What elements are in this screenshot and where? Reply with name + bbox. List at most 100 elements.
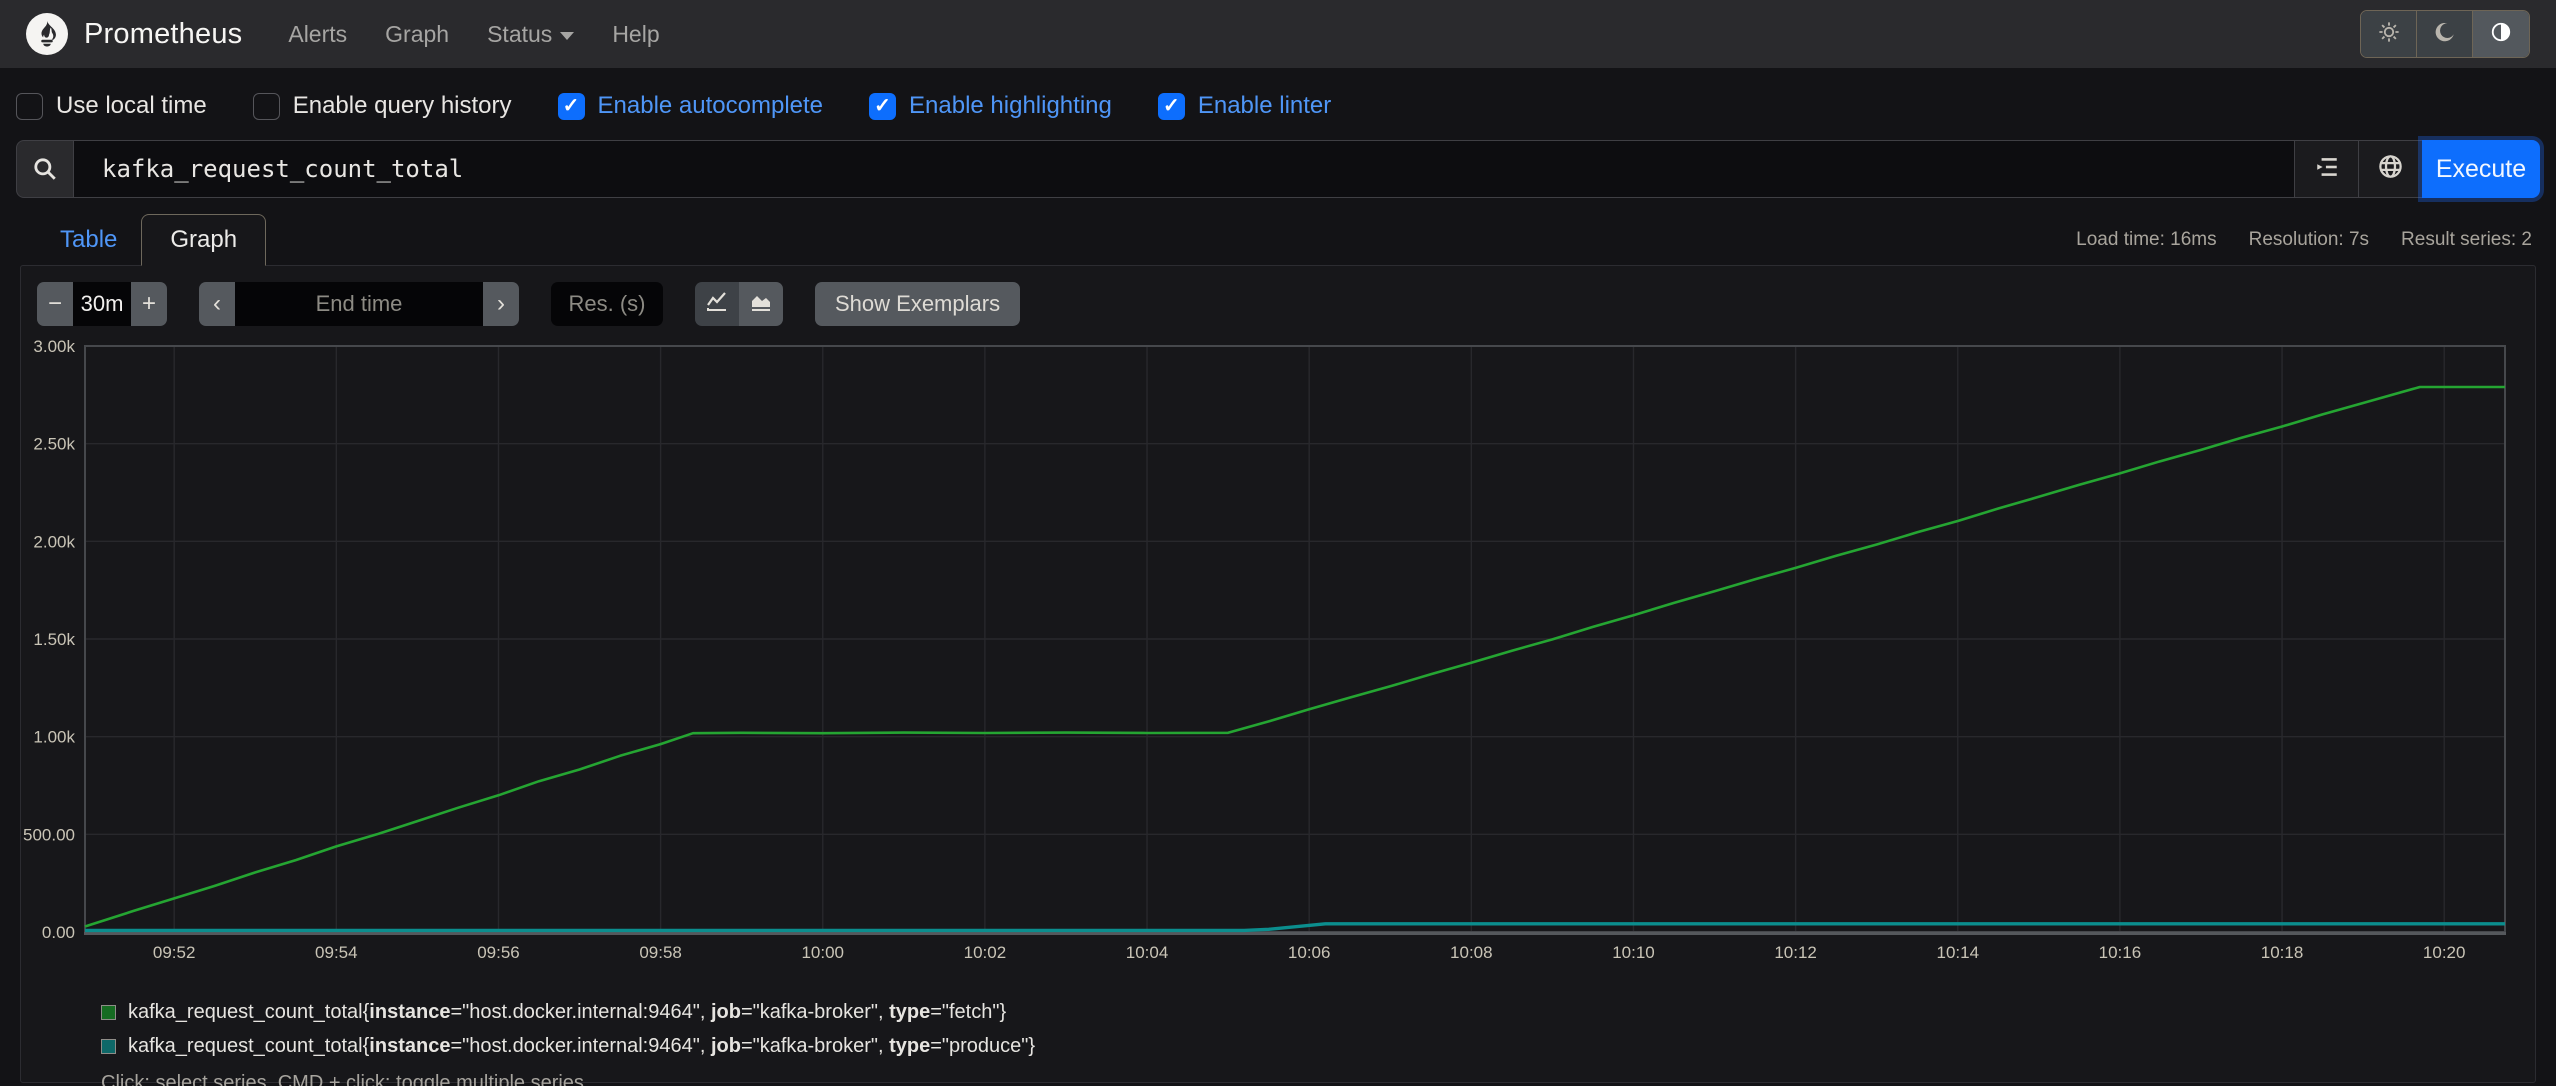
search-icon: [16, 140, 74, 198]
circle-half-icon: [2490, 21, 2512, 48]
x-axis-tick-label: 09:56: [477, 943, 520, 962]
y-axis-tick-label: 2.50k: [33, 435, 75, 454]
execute-button[interactable]: Execute: [2422, 140, 2540, 198]
nav-item-label: Status: [487, 20, 553, 47]
y-axis-tick-label: 1.50k: [33, 630, 75, 649]
checkbox-checked-icon[interactable]: ✓: [869, 92, 897, 120]
x-axis-tick-label: 10:12: [1774, 943, 1817, 962]
y-axis-tick-label: 2.00k: [33, 532, 75, 551]
y-axis-tick-label: 3.00k: [33, 340, 75, 356]
nav-item-label: Graph: [385, 20, 450, 47]
legend-swatch-icon: [101, 1005, 116, 1020]
x-axis-tick-label: 10:10: [1612, 943, 1655, 962]
x-axis-tick-label: 09:52: [153, 943, 196, 962]
checkbox-checked-icon[interactable]: ✓: [557, 92, 585, 120]
x-axis-tick-label: 10:04: [1126, 943, 1169, 962]
checkbox-unchecked-icon[interactable]: ✓: [252, 92, 280, 120]
x-axis-tick-label: 10:14: [1936, 943, 1979, 962]
checkbox-label: Use local time: [56, 92, 207, 119]
series-line-1[interactable]: [85, 922, 2505, 933]
legend-swatch-icon: [101, 1039, 116, 1054]
theme-dark-button[interactable]: [2417, 11, 2473, 57]
caret-down-icon: [560, 31, 575, 40]
theme-light-button[interactable]: [2361, 11, 2417, 57]
list-tree-icon: [2314, 154, 2340, 185]
legend-item-1[interactable]: kafka_request_count_total{instance="host…: [101, 1035, 2535, 1058]
legend-series-label: kafka_request_count_total{instance="host…: [128, 1001, 1007, 1023]
x-axis-tick-label: 10:16: [2099, 943, 2142, 962]
checkbox-unchecked-icon[interactable]: ✓: [16, 92, 43, 120]
sun-icon: [2378, 21, 2400, 48]
stacked-chart-button[interactable]: [739, 282, 783, 326]
tab-row: Table Graph Load time: 16ms Resolution: …: [20, 214, 2536, 266]
resolution-input[interactable]: [551, 282, 663, 326]
x-axis-tick-label: 09:54: [315, 943, 358, 962]
tab-graph[interactable]: Graph: [141, 214, 267, 266]
prometheus-logo-icon[interactable]: [26, 13, 68, 55]
theme-auto-button[interactable]: [2473, 11, 2529, 57]
nav-item-status[interactable]: Status: [487, 20, 575, 48]
result-series-stat: Result series: 2: [2401, 229, 2532, 250]
time-series-chart[interactable]: 0.00 500.00 1.00k 1.50k 2.00k 2.50k 3.00k 09:52…: [21, 337, 2533, 980]
checkbox-checked-icon[interactable]: ✓: [1157, 92, 1185, 120]
increase-range-button[interactable]: +: [131, 282, 167, 326]
resolution-stat: Resolution: 7s: [2248, 229, 2370, 250]
checkbox-enable-linter[interactable]: ✓ Enable linter: [1157, 92, 1332, 120]
x-axis-tick-label: 10:20: [2423, 943, 2466, 962]
decrease-range-button[interactable]: −: [37, 282, 73, 326]
checkbox-label: Enable autocomplete: [597, 92, 824, 119]
checkmark-icon: ✓: [1162, 95, 1180, 117]
panel-tabs: Table Graph: [20, 214, 267, 266]
checkbox-use-local-time[interactable]: ✓ Use local time: [16, 92, 207, 120]
tab-table[interactable]: Table: [36, 216, 141, 264]
end-time-input[interactable]: [235, 282, 483, 326]
range-input[interactable]: [73, 282, 131, 326]
moon-icon: [2434, 21, 2456, 48]
x-axis-tick-label: 09:58: [639, 943, 682, 962]
nav-item-label: Help: [612, 20, 660, 47]
x-axis-tick-label: 10:02: [964, 943, 1007, 962]
checkbox-label: Enable highlighting: [909, 92, 1112, 119]
time-back-button[interactable]: ‹: [199, 282, 235, 326]
query-input-group: Execute: [16, 140, 2540, 198]
nav-item-label: Alerts: [288, 20, 348, 47]
nav-item-alerts[interactable]: Alerts: [288, 21, 347, 48]
range-group: − +: [37, 282, 167, 326]
y-axis-tick-label: 0.00: [42, 923, 75, 942]
checkbox-enable-query-history[interactable]: ✓ Enable query history: [252, 92, 512, 120]
metrics-explorer-button[interactable]: [2358, 140, 2422, 198]
legend-hint: Click: select series, CMD + click: toggl…: [101, 1072, 584, 1086]
chevron-right-icon: ›: [497, 290, 505, 317]
query-stats: Load time: 16ms Resolution: 7s Result se…: [2076, 229, 2536, 265]
nav-item-graph[interactable]: Graph: [385, 21, 449, 48]
y-axis-tick-label: 1.00k: [33, 728, 75, 747]
checkbox-enable-autocomplete[interactable]: ✓ Enable autocomplete: [557, 92, 824, 120]
query-expression-input[interactable]: [74, 140, 2294, 198]
graph-controls: − + ‹ ›: [21, 266, 2535, 326]
checkbox-enable-highlighting[interactable]: ✓ Enable highlighting: [869, 92, 1112, 120]
checkmark-icon: ✓: [562, 95, 580, 117]
line-chart-button[interactable]: [695, 282, 739, 326]
theme-toggle-group: [2360, 10, 2530, 58]
checkmark-icon: ✓: [874, 95, 891, 117]
graph-panel: − + ‹ ›: [20, 265, 2536, 1086]
legend-series-label: kafka_request_count_total{instance="host…: [128, 1035, 1036, 1057]
show-exemplars-button[interactable]: Show Exemplars: [815, 282, 1021, 326]
x-axis-tick-label: 10:00: [801, 943, 844, 962]
nav-item-help[interactable]: Help: [612, 21, 659, 48]
tree-view-button[interactable]: [2294, 140, 2358, 198]
query-options-row: ✓ Use local time ✓ Enable query history ✓ Ena…: [0, 68, 2556, 140]
navbar-links: Alerts Graph Status Help: [288, 21, 659, 48]
legend-item-0[interactable]: kafka_request_count_total{instance="host…: [101, 1001, 2535, 1024]
x-axis-tick-label: 10:08: [1450, 943, 1493, 962]
chart-type-group: [695, 282, 783, 326]
time-forward-button[interactable]: ›: [483, 282, 519, 326]
chevron-left-icon: ‹: [213, 290, 221, 317]
series-line-0[interactable]: [84, 385, 2505, 928]
prometheus-app: Prometheus Alerts Graph Status Help Use …: [0, 0, 2556, 1086]
chart-area[interactable]: 0.00 500.00 1.00k 1.50k 2.00k 2.50k 3.00k 09:52…: [21, 337, 2535, 985]
checkbox-label: Enable linter: [1197, 92, 1332, 119]
load-time-stat: Load time: 16ms: [2076, 229, 2217, 250]
y-axis-tick-label: 500.00: [23, 825, 75, 844]
x-axis-tick-label: 10:06: [1288, 943, 1331, 962]
